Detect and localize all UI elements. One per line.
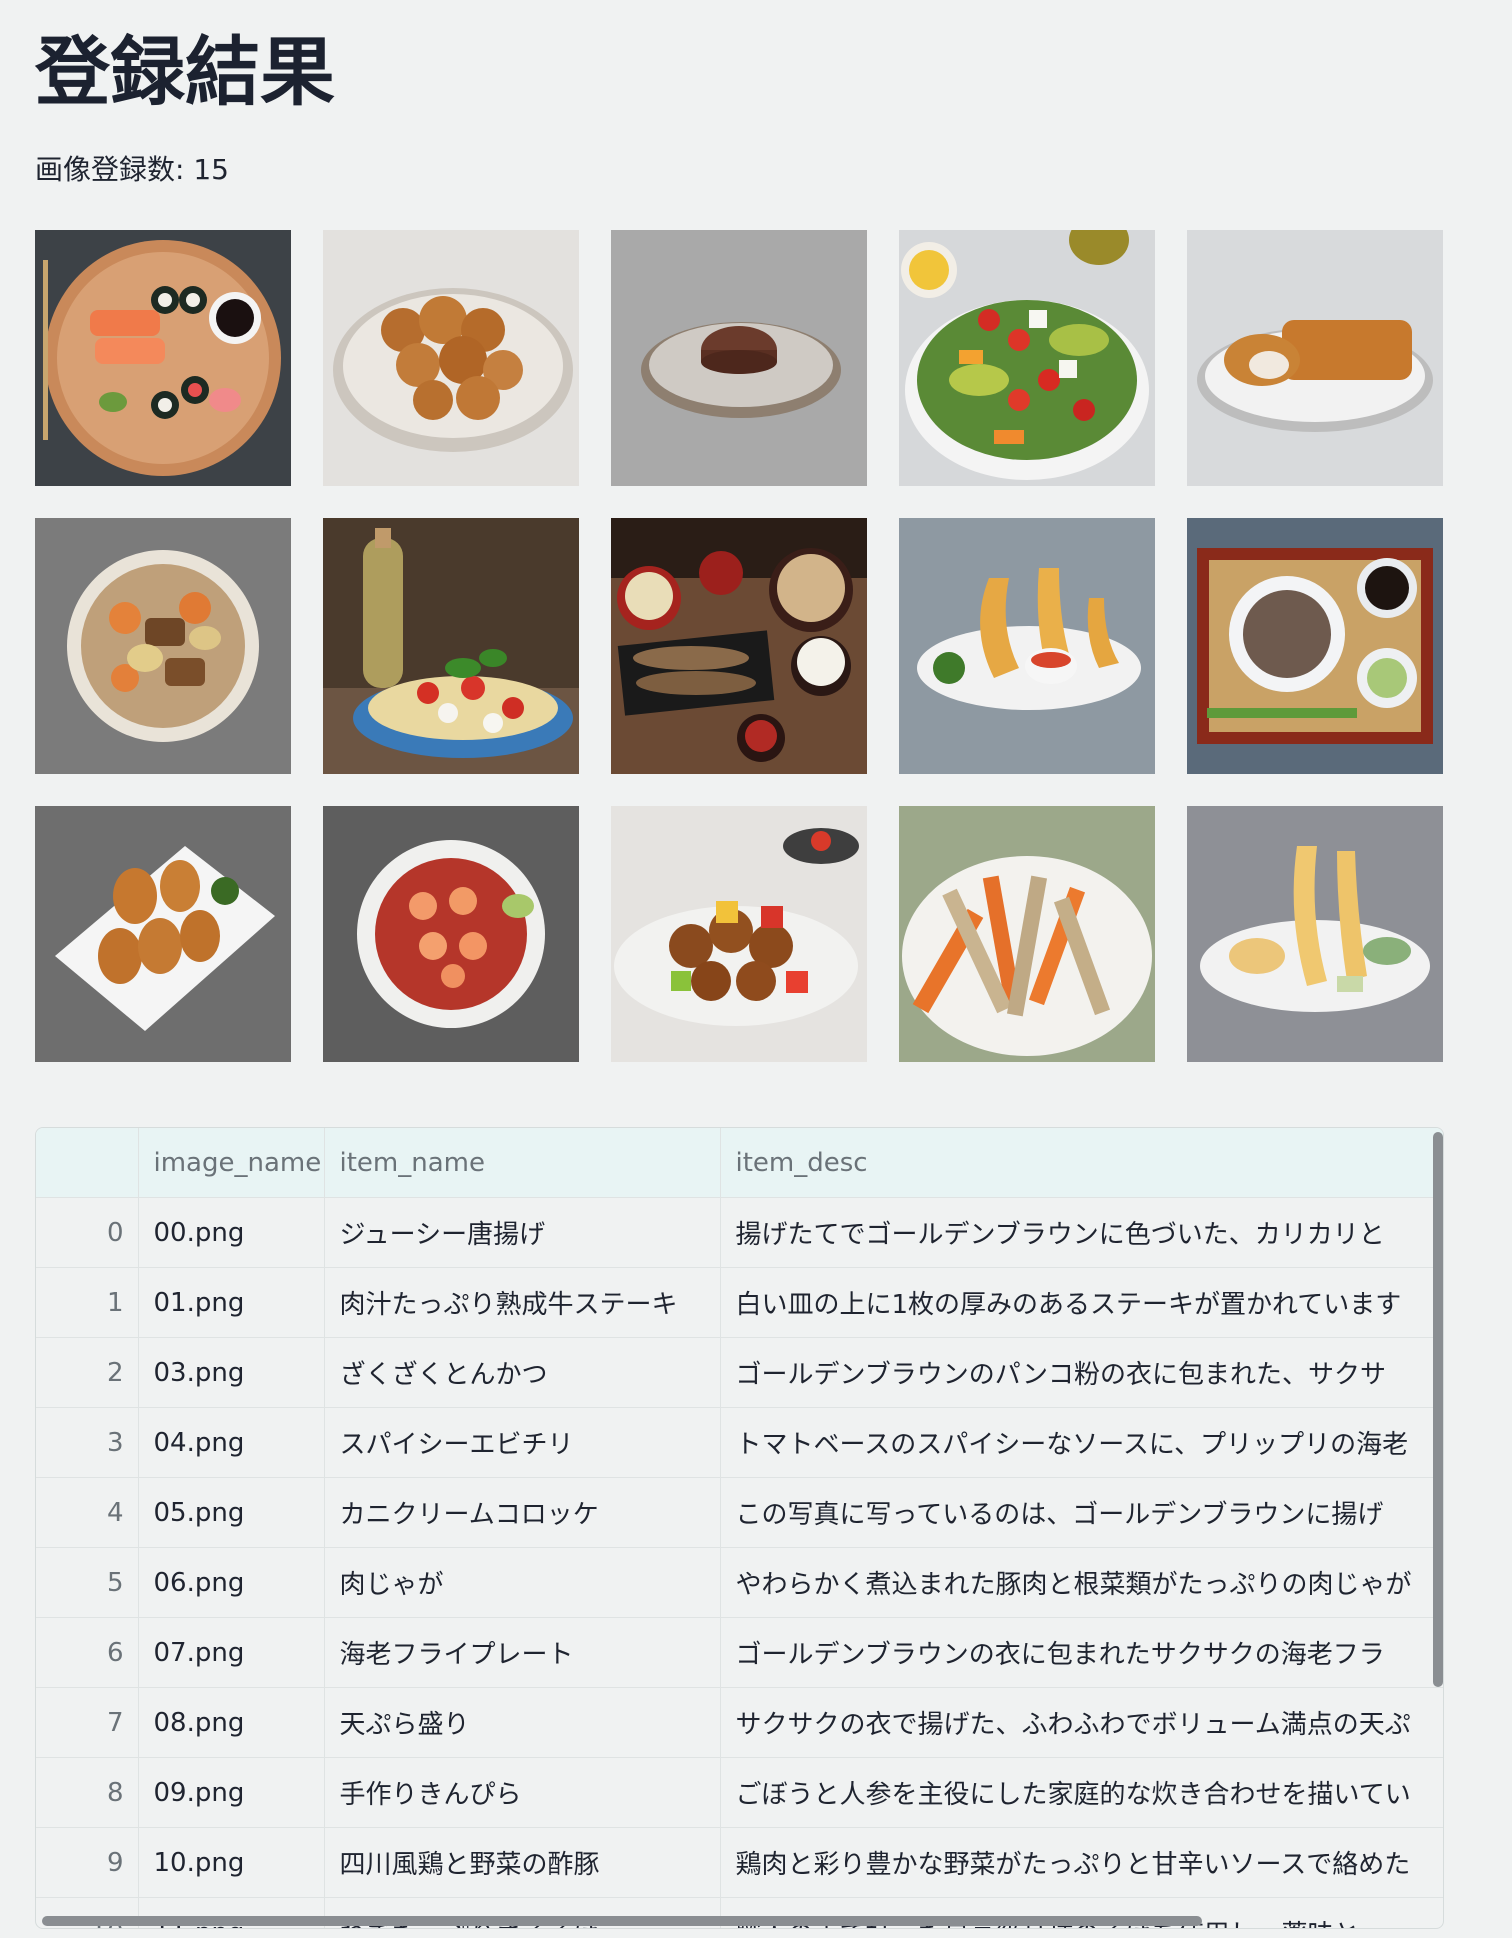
cell-item-desc[interactable]: 鶏肉と彩り豊かな野菜がたっぷりと甘辛いソースで絡めた <box>720 1827 1443 1898</box>
table-row[interactable]: 7 08.png 天ぷら盛り サクサクの衣で揚げた、ふわふわでボリューム満点の天… <box>36 1687 1443 1758</box>
table-row[interactable]: 0 00.png ジューシー唐揚げ 揚げたてでゴールデンブラウンに色づいた、カリ… <box>36 1197 1443 1268</box>
row-index: 4 <box>36 1477 139 1548</box>
cell-item-name[interactable]: カニクリームコロッケ <box>324 1477 721 1548</box>
kinpira-image <box>899 806 1155 1062</box>
cell-item-name[interactable]: 肉じゃが <box>324 1547 721 1618</box>
cell-image-name[interactable]: 07.png <box>138 1617 325 1688</box>
cell-item-name[interactable]: ざくざくとんかつ <box>324 1337 721 1408</box>
table-header-row: image_name item_name item_desc <box>36 1128 1443 1198</box>
salad-image <box>899 230 1155 486</box>
cell-item-desc[interactable]: サクサクの衣で揚げた、ふわふわでボリューム満点の天ぷ <box>720 1687 1443 1758</box>
cell-item-desc[interactable]: ごぼうと人参を主役にした家庭的な炊き合わせを描いてい <box>720 1757 1443 1828</box>
cell-image-name[interactable]: 10.png <box>138 1827 325 1898</box>
nikujaga-image <box>35 518 291 774</box>
table-row[interactable]: 9 10.png 四川風鶏と野菜の酢豚 鶏肉と彩り豊かな野菜がたっぷりと甘辛いソ… <box>36 1827 1443 1898</box>
soba-image <box>1187 518 1443 774</box>
table-row[interactable]: 4 05.png カニクリームコロッケ この写真に写っているのは、ゴールデンブラ… <box>36 1477 1443 1548</box>
cell-item-name[interactable]: スパイシーエビチリ <box>324 1407 721 1478</box>
cell-item-desc[interactable]: 揚げたてでゴールデンブラウンに色づいた、カリカリと <box>720 1197 1443 1268</box>
table-row[interactable]: 6 07.png 海老フライプレート ゴールデンブラウンの衣に包まれたサクサクの… <box>36 1617 1443 1688</box>
row-index: 9 <box>36 1827 139 1898</box>
table-row[interactable]: 3 04.png スパイシーエビチリ トマトベースのスパイシーなソースに、プリッ… <box>36 1407 1443 1478</box>
ebi-chili-image <box>323 806 579 1062</box>
cell-item-name[interactable]: 肉汁たっぷり熟成牛ステーキ <box>324 1267 721 1338</box>
cell-image-name[interactable]: 05.png <box>138 1477 325 1548</box>
row-index: 5 <box>36 1547 139 1618</box>
sushi-platter-image <box>35 230 291 486</box>
header-image-name[interactable]: image_name <box>138 1128 325 1198</box>
header-item-name[interactable]: item_name <box>324 1128 721 1198</box>
cell-image-name[interactable]: 04.png <box>138 1407 325 1478</box>
table-row[interactable]: 2 03.png ざくざくとんかつ ゴールデンブラウンのパンコ粉の衣に包まれた、… <box>36 1337 1443 1408</box>
cell-item-name[interactable]: 天ぷら盛り <box>324 1687 721 1758</box>
image-count-text: 画像登録数: 15 <box>35 153 229 186</box>
cell-item-desc[interactable]: トマトベースのスパイシーなソースに、プリップリの海老 <box>720 1407 1443 1478</box>
cell-image-name[interactable]: 08.png <box>138 1687 325 1758</box>
ebi-fry-image <box>899 518 1155 774</box>
cell-item-name[interactable]: 海老フライプレート <box>324 1617 721 1688</box>
tempura-image <box>1187 806 1443 1062</box>
caprese-pasta-image <box>323 518 579 774</box>
image-gallery <box>35 230 1455 1062</box>
cell-image-name[interactable]: 00.png <box>138 1197 325 1268</box>
row-index: 1 <box>36 1267 139 1338</box>
tonkatsu-image <box>1187 230 1443 486</box>
vertical-scrollbar[interactable] <box>1433 1132 1443 1687</box>
row-index: 6 <box>36 1617 139 1688</box>
cell-item-desc[interactable]: ゴールデンブラウンのパンコ粉の衣に包まれた、サクサ <box>720 1337 1443 1408</box>
horizontal-scrollbar[interactable] <box>42 1916 1202 1926</box>
cell-image-name[interactable]: 09.png <box>138 1757 325 1828</box>
page-title: 登録結果 <box>35 28 336 116</box>
cell-image-name[interactable]: 03.png <box>138 1337 325 1408</box>
cell-image-name[interactable]: 01.png <box>138 1267 325 1338</box>
row-index: 0 <box>36 1197 139 1268</box>
croquette-image <box>35 806 291 1062</box>
row-index: 7 <box>36 1687 139 1758</box>
cell-item-name[interactable]: ジューシー唐揚げ <box>324 1197 721 1268</box>
karaage-image <box>323 230 579 486</box>
table-row[interactable]: 5 06.png 肉じゃが やわらかく煮込まれた豚肉と根菜類がたっぷりの肉じゃが <box>36 1547 1443 1618</box>
cell-item-desc[interactable]: 白い皿の上に1枚の厚みのあるステーキが置かれています <box>720 1267 1443 1338</box>
grilled-fish-set-image <box>611 518 867 774</box>
steak-image <box>611 230 867 486</box>
row-index: 8 <box>36 1757 139 1828</box>
cell-item-desc[interactable]: この写真に写っているのは、ゴールデンブラウンに揚げ <box>720 1477 1443 1548</box>
header-index[interactable] <box>36 1128 139 1198</box>
table-row[interactable]: 8 09.png 手作りきんぴら ごぼうと人参を主役にした家庭的な炊き合わせを描… <box>36 1757 1443 1828</box>
table-row[interactable]: 1 01.png 肉汁たっぷり熟成牛ステーキ 白い皿の上に1枚の厚みのあるステー… <box>36 1267 1443 1338</box>
cell-item-desc[interactable]: ゴールデンブラウンの衣に包まれたサクサクの海老フラ <box>720 1617 1443 1688</box>
cell-item-desc[interactable]: やわらかく煮込まれた豚肉と根菜類がたっぷりの肉じゃが <box>720 1547 1443 1618</box>
cell-item-name[interactable]: 四川風鶏と野菜の酢豚 <box>324 1827 721 1898</box>
sweet-sour-pork-image <box>611 806 867 1062</box>
data-table[interactable]: image_name item_name item_desc 0 00.png … <box>35 1127 1444 1929</box>
row-index: 3 <box>36 1407 139 1478</box>
header-item-desc[interactable]: item_desc <box>720 1128 1443 1198</box>
row-index: 2 <box>36 1337 139 1408</box>
cell-image-name[interactable]: 06.png <box>138 1547 325 1618</box>
cell-item-name[interactable]: 手作りきんぴら <box>324 1757 721 1828</box>
